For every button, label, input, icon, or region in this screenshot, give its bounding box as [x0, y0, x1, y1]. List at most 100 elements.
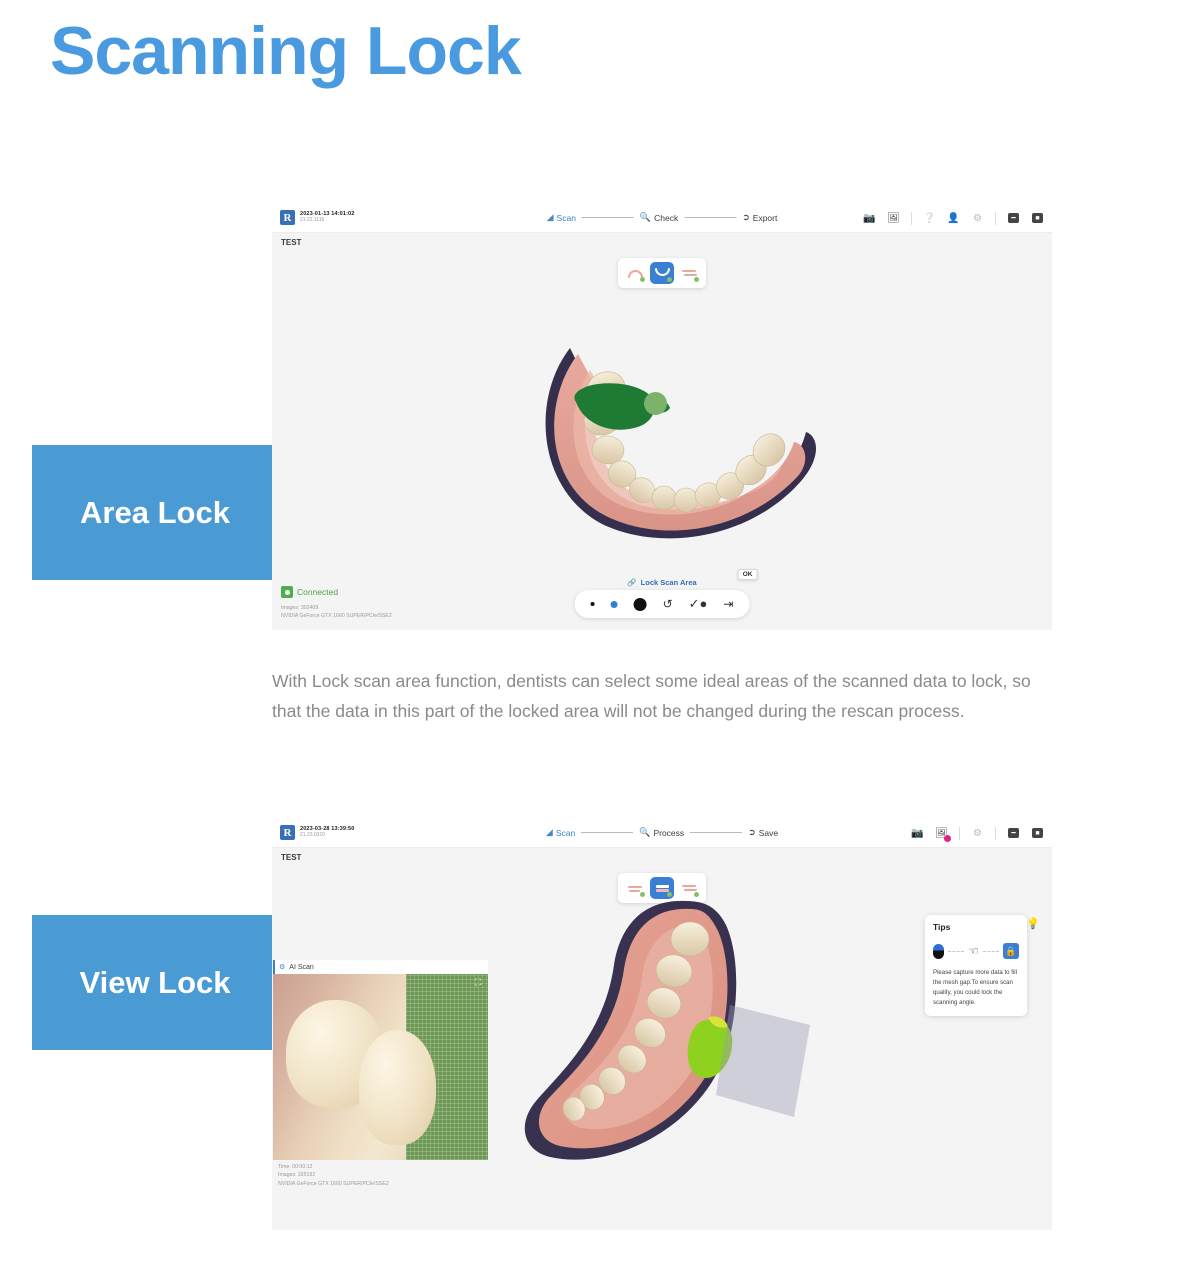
undo-icon[interactable]: ↺	[663, 597, 673, 611]
shot1-3d-canvas[interactable]: Connected Images: 302409 NVIDIA GeForce …	[272, 252, 1052, 630]
shot2-step-save-label: Save	[758, 827, 779, 838]
shot1-system-info: Images: 302409 NVIDIA GeForce GTX 1660 S…	[281, 604, 392, 620]
shot2-subbar: TEST	[272, 848, 1052, 867]
lock-link-icon: 🔗	[627, 578, 637, 587]
shot1-view-bite[interactable]	[677, 262, 701, 284]
brush-size-s-button[interactable]	[610, 600, 618, 608]
status-dot	[640, 277, 645, 282]
shot1-brand: R 2023-01-13 14:01:02 21.22.1116	[280, 210, 354, 225]
hand-drag-icon: ☜	[968, 944, 979, 958]
gear-icon[interactable]: ⚙	[971, 212, 984, 225]
scan-icon: ◢	[546, 212, 554, 222]
shot1-step-export[interactable]: ➲ Export	[742, 212, 777, 223]
close-icon[interactable]: ■	[1031, 212, 1044, 225]
shot2-tips-card: Tips 💡 ☜ 🔒 Please capture more data to f…	[925, 915, 1040, 1017]
app-logo-icon: R	[280, 825, 295, 840]
shot2-step-save[interactable]: ➲ Save	[748, 827, 778, 838]
gear-icon[interactable]: ⚙	[971, 827, 984, 840]
shot1-dental-arch-model[interactable]	[510, 340, 830, 550]
dotted-connector	[948, 950, 965, 952]
shot1-case-name: TEST	[281, 238, 302, 247]
shot2-step-process[interactable]: 🔍 Process	[639, 827, 684, 838]
bulb-icon[interactable]: 💡	[1026, 917, 1040, 930]
shot1-window-icons: 📷 🖼 ❔ 👤 ⚙ ━ ■	[863, 203, 1044, 233]
camera-icon[interactable]: 📷	[911, 827, 924, 840]
minimize-icon[interactable]: ━	[1007, 827, 1020, 840]
shot1-gpu-info: NVIDIA GeForce GTX 1660 SUPER/PCIe/SSE2	[281, 613, 392, 620]
shot1-connected-label: Connected	[297, 587, 339, 597]
step-connector	[581, 832, 634, 833]
shot2-ai-scan-panel: ⚙ AI Scan ⛶ Time: 00:00:12 Images: 32519…	[273, 960, 488, 1188]
shot1-connection-status: Connected	[281, 586, 338, 598]
fullscreen-icon[interactable]: ⛶	[475, 978, 484, 987]
tips-icon-row: ☜ 🔒	[933, 943, 1020, 959]
tips-title: Tips	[933, 922, 951, 932]
divider	[995, 826, 996, 840]
exit-icon[interactable]: ⇥	[723, 597, 733, 611]
minimize-icon[interactable]: ━	[1007, 212, 1020, 225]
shot2-case-name: TEST	[281, 853, 302, 862]
shot1-subbar: TEST	[272, 233, 1052, 252]
ai-scan-live-image: ⛶	[273, 974, 488, 1161]
shot1-images-count: Images: 302409	[281, 605, 319, 611]
shot2-3d-canvas[interactable]: Tips 💡 ☜ 🔒 Please capture more data to f…	[272, 867, 1052, 1230]
shot1-lock-scan-area-header: 🔗 Lock Scan Area	[627, 578, 696, 587]
ai-scan-header: ⚙ AI Scan	[273, 960, 488, 975]
image-icon[interactable]: 🖼	[887, 212, 900, 225]
ai-gear-icon[interactable]: ⚙	[279, 963, 285, 971]
confirm-icon[interactable]: ✓●	[689, 596, 708, 612]
image-icon[interactable]: 🖼	[935, 827, 951, 842]
divider	[911, 211, 912, 225]
help-icon[interactable]: ❔	[923, 212, 936, 225]
area-lock-description: With Lock scan area function, dentists c…	[272, 671, 1031, 722]
ai-tooth-shape	[359, 1029, 437, 1146]
brush-size-xs-button[interactable]	[590, 602, 595, 606]
shot2-step-scan[interactable]: ◢ Scan	[546, 827, 575, 838]
shot1-titlebar: R 2023-01-13 14:01:02 21.22.1116 ◢ Scan …	[272, 203, 1052, 233]
screenshot-area-lock: R 2023-01-13 14:01:02 21.22.1116 ◢ Scan …	[272, 203, 1052, 630]
export-icon: ➲	[742, 212, 750, 222]
camera-icon[interactable]: 📷	[863, 212, 876, 225]
shot2-time: Time: 00:00:12	[278, 1164, 313, 1171]
shot2-version: 21.23.0310	[300, 831, 326, 838]
shot2-step-nav: ◢ Scan 🔍 Process ➲ Save	[546, 827, 778, 838]
shot1-ok-tooltip[interactable]: OK	[737, 569, 758, 580]
step-connector	[581, 217, 634, 218]
dotted-connector	[982, 950, 1000, 952]
divider	[995, 211, 996, 225]
shot1-step-scan-label: Scan	[556, 212, 576, 223]
shot1-view-lower-jaw[interactable]	[650, 262, 674, 284]
shot2-step-scan-label: Scan	[555, 827, 576, 838]
shot2-images-count: Images: 325192	[278, 1172, 316, 1179]
shot1-view-upper-jaw[interactable]	[623, 262, 647, 284]
shot1-lock-tools: ↺ ✓● ⇥ OK	[574, 569, 758, 618]
divider	[959, 826, 960, 840]
page-title: Scanning Lock	[50, 13, 522, 89]
shot2-dental-arch-model[interactable]	[494, 895, 834, 1185]
shot1-statusbar: Connected Images: 302409 NVIDIA GeForce …	[272, 569, 1052, 630]
lock-angle-icon[interactable]: 🔒	[1003, 943, 1020, 959]
shot2-brand: R 2023-03-28 13:39:50 21.23.0310	[280, 825, 354, 840]
shot1-lock-scan-area-label: Lock Scan Area	[640, 578, 697, 587]
section-label-area-lock: Area Lock	[32, 445, 278, 580]
shot1-view-toggle	[618, 258, 706, 288]
process-magnifier-icon: 🔍	[639, 827, 651, 837]
app-logo-icon: R	[280, 210, 295, 225]
shot2-ai-status: Time: 00:00:12 Images: 325192 NVIDIA GeF…	[273, 1160, 488, 1188]
shot1-step-scan[interactable]: ◢ Scan	[547, 212, 576, 223]
shot1-step-export-label: Export	[752, 212, 778, 223]
shot1-step-check[interactable]: 🔍 Check	[640, 212, 678, 223]
brush-size-l-button[interactable]	[633, 597, 647, 611]
shot1-step-check-label: Check	[654, 212, 679, 223]
mouse-icon	[933, 943, 944, 959]
user-icon[interactable]: 👤	[947, 212, 960, 225]
shot1-step-nav: ◢ Scan 🔍 Check ➲ Export	[547, 212, 778, 223]
shot1-version: 21.22.1116	[300, 216, 325, 223]
status-dot	[667, 277, 672, 282]
screenshot-view-lock: R 2023-03-28 13:39:50 21.23.0310 ◢ Scan …	[272, 818, 1052, 1230]
connected-icon	[281, 586, 293, 598]
notification-badge	[944, 834, 951, 842]
close-icon[interactable]: ■	[1031, 827, 1044, 840]
shot2-window-icons: 📷 🖼 ⚙ ━ ■	[911, 818, 1044, 848]
arch-svg	[524, 900, 810, 1160]
